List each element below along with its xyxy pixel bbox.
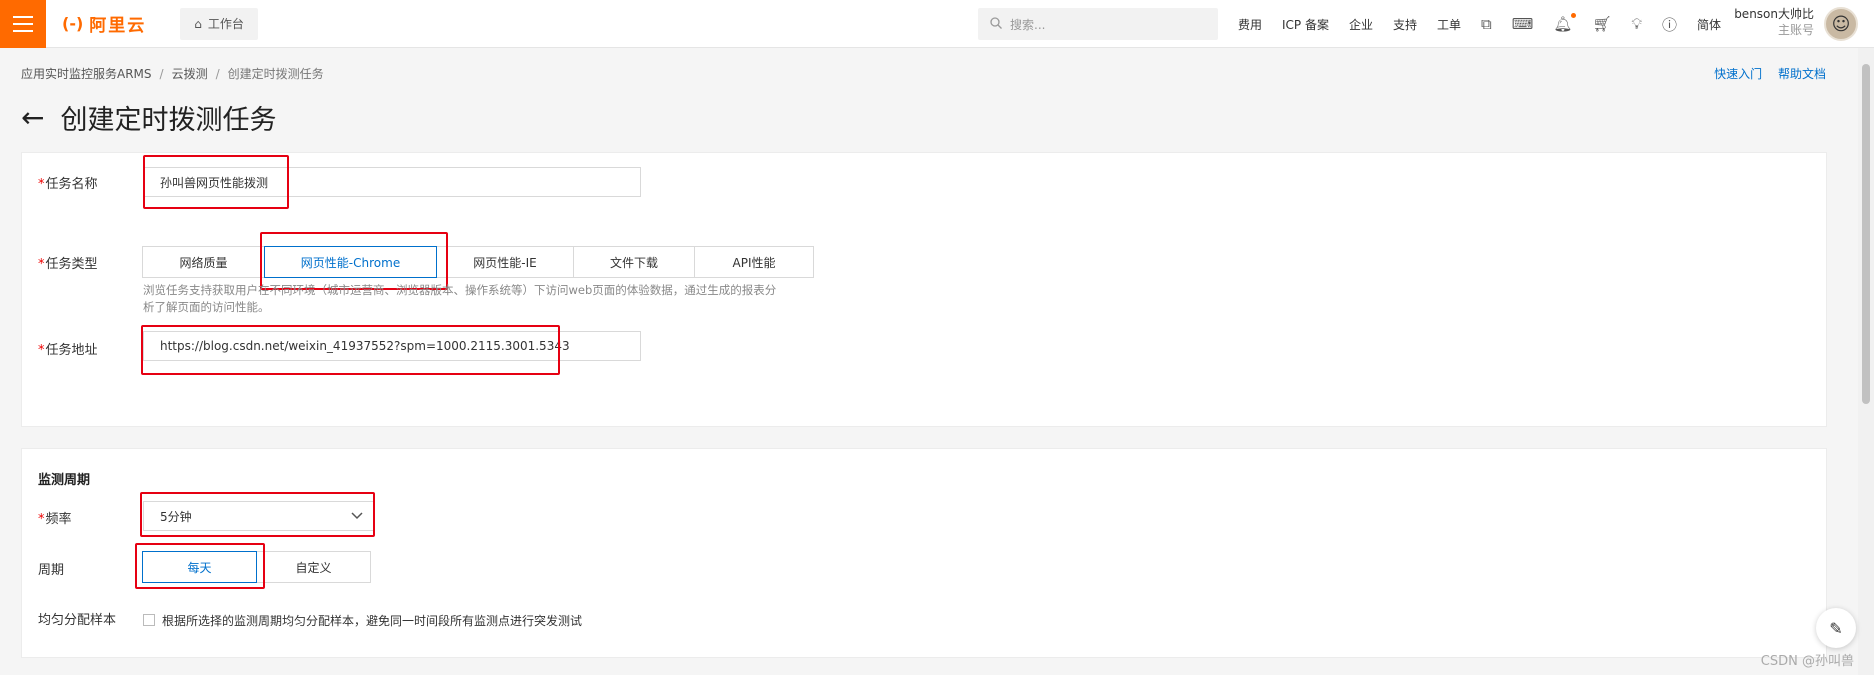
task-type-web-chrome[interactable]: 网页性能-Chrome: [264, 246, 437, 278]
search-box[interactable]: 搜索...: [978, 8, 1218, 40]
nav-ticket[interactable]: 工单: [1437, 16, 1461, 33]
language-switch[interactable]: 简体: [1697, 16, 1721, 33]
monitor-period-card: 监测周期 *频率 5分钟 周期 每天 自定义 均匀分配样本 根据所选择的监测周期…: [21, 448, 1827, 658]
code-icon[interactable]: ⧉: [1481, 15, 1492, 33]
breadcrumb-item-current: 创建定时拨测任务: [227, 67, 324, 81]
task-type-selector: 网络质量 网页性能-Chrome 网页性能-IE 文件下载 API性能: [142, 246, 814, 278]
frequency-label: *频率: [38, 512, 72, 527]
page-scrollbar[interactable]: [1858, 48, 1874, 675]
quick-start-link[interactable]: 快速入门: [1714, 67, 1762, 81]
distribute-samples-label: 均匀分配样本: [38, 613, 117, 628]
task-url-label: *任务地址: [38, 343, 98, 358]
distribute-samples-text: 根据所选择的监测周期均匀分配样本，避免同一时间段所有监测点进行突发测试: [162, 614, 583, 628]
workbench-label: 工作台: [207, 17, 244, 31]
breadcrumb: 应用实时监控服务ARMS / 云拨测 / 创建定时拨测任务: [21, 67, 324, 81]
scrollbar-thumb[interactable]: [1862, 64, 1870, 404]
period-label: 周期: [38, 563, 65, 578]
user-account-type: 主账号: [1777, 23, 1814, 37]
search-icon: [990, 16, 1002, 32]
period-daily[interactable]: 每天: [142, 551, 257, 583]
edit-pencil-icon[interactable]: ✎: [1816, 608, 1856, 648]
watermark: CSDN @孙叫兽: [1760, 654, 1854, 669]
cart-icon[interactable]: 🛒︎: [1592, 15, 1611, 33]
nav-icp[interactable]: ICP 备案: [1282, 16, 1329, 33]
home-icon: ⌂: [194, 16, 202, 31]
avatar[interactable]: ☺: [1824, 7, 1858, 41]
help-icon[interactable]: ⓘ: [1662, 14, 1677, 35]
aliyun-logo-mark-icon: (-): [62, 14, 84, 33]
task-type-web-ie[interactable]: 网页性能-IE: [436, 246, 574, 278]
task-type-hint: 浏览任务支持获取用户在不同环境（城市运营商、浏览器版本、操作系统等）下访问web…: [143, 283, 777, 314]
hamburger-menu-button[interactable]: [0, 0, 46, 48]
breadcrumb-item-cloud-probe[interactable]: 云拨测: [172, 67, 208, 81]
highlight-box-task-name: [143, 155, 289, 209]
aliyun-logo[interactable]: (-) 阿里云: [62, 11, 146, 36]
bell-icon[interactable]: 🔔︎: [1553, 13, 1577, 33]
task-type-api[interactable]: API性能: [694, 246, 814, 278]
user-name: benson大帅比: [1734, 7, 1814, 21]
terminal-icon[interactable]: ⌨: [1512, 15, 1534, 33]
task-type-label: *任务类型: [38, 257, 98, 272]
basic-info-card: *任务名称 孙叫兽网页性能拨测 *任务类型 网络质量 网页性能-Chrome 网…: [21, 152, 1827, 427]
hamburger-icon: [13, 15, 33, 32]
task-type-file-download[interactable]: 文件下载: [573, 246, 695, 278]
breadcrumb-item-arms[interactable]: 应用实时监控服务ARMS: [21, 67, 152, 81]
quick-links: 快速入门 帮助文档: [1702, 65, 1826, 82]
help-docs-link[interactable]: 帮助文档: [1778, 67, 1826, 81]
highlight-box-task-url: [141, 325, 560, 375]
lightbulb-icon[interactable]: 💡︎: [1632, 15, 1643, 33]
top-nav-bar: (-) 阿里云 ⌂ 工作台 搜索... 费用 ICP 备案 企业 支持 工单 ⧉…: [0, 0, 1874, 48]
page-title-text: 创建定时拨测任务: [60, 105, 277, 136]
distribute-samples-checkbox[interactable]: [143, 614, 155, 626]
monitor-section-title: 监测周期: [38, 473, 91, 488]
page-title: ← 创建定时拨测任务: [21, 98, 276, 137]
task-name-label: *任务名称: [38, 177, 98, 192]
notification-dot: [1571, 13, 1577, 18]
user-info[interactable]: benson大帅比 主账号: [1734, 6, 1814, 38]
top-nav-links: 费用 ICP 备案 企业 支持 工单 ⧉ ⌨ 🔔︎ 🛒︎ 💡︎ ⓘ 简体: [1238, 0, 1741, 48]
nav-support[interactable]: 支持: [1393, 16, 1417, 33]
nav-billing[interactable]: 费用: [1238, 16, 1262, 33]
workbench-button[interactable]: ⌂ 工作台: [180, 7, 258, 40]
nav-enterprise[interactable]: 企业: [1349, 16, 1373, 33]
task-type-network-quality[interactable]: 网络质量: [142, 246, 265, 278]
aliyun-logo-text: 阿里云: [89, 16, 147, 36]
period-custom[interactable]: 自定义: [256, 551, 371, 583]
highlight-box-frequency: [140, 492, 375, 537]
search-placeholder: 搜索...: [1010, 17, 1046, 32]
back-arrow-icon[interactable]: ←: [21, 101, 44, 134]
